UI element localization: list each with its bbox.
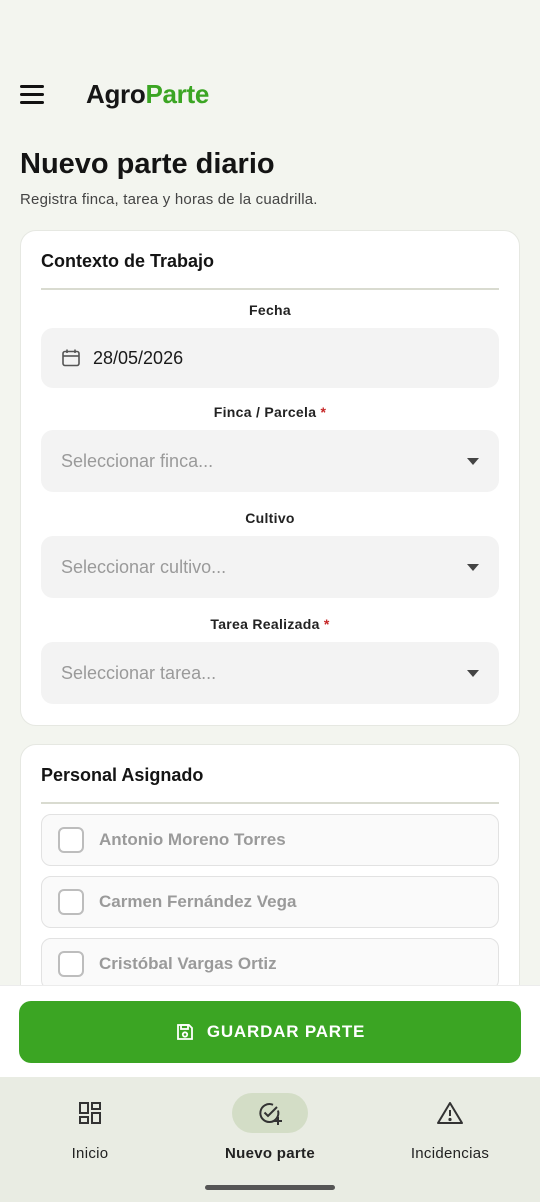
dashboard-icon — [79, 1102, 101, 1124]
date-label: Fecha — [249, 302, 291, 318]
page-title: Nuevo parte diario — [20, 148, 275, 180]
chevron-down-icon — [467, 563, 479, 571]
warning-icon — [437, 1102, 463, 1124]
nav-item-inicio[interactable]: Inicio — [0, 1093, 180, 1162]
farm-select[interactable]: Seleccionar finca... — [41, 430, 499, 492]
calendar-icon — [62, 349, 80, 367]
save-button[interactable]: GUARDAR PARTE — [19, 1001, 521, 1063]
nav-item-nuevo-parte[interactable]: Nuevo parte — [180, 1093, 360, 1162]
task-select[interactable]: Seleccionar tarea... — [41, 642, 499, 704]
app-bar: AgroParte — [0, 56, 540, 132]
save-bar: GUARDAR PARTE — [0, 985, 540, 1077]
person-name: Carmen Fernández Vega — [99, 892, 297, 911]
chevron-down-icon — [467, 669, 479, 677]
task-field-group: Tarea Realizada * Seleccionar tarea... — [41, 616, 499, 704]
logo-part-parte: Parte — [145, 78, 210, 109]
page-subtitle: Registra finca, tarea y horas de la cuad… — [20, 191, 318, 208]
crop-field-group: Cultivo Seleccionar cultivo... — [41, 510, 499, 598]
home-indicator — [205, 1185, 335, 1190]
checkbox[interactable] — [58, 827, 84, 853]
task-label: Tarea Realizada * — [41, 616, 499, 632]
page-header: Nuevo parte diario Registra finca, tarea… — [0, 132, 540, 208]
required-mark: * — [320, 404, 327, 420]
list-item[interactable]: Carmen Fernández Vega — [41, 876, 499, 928]
farm-field-group: Finca / Parcela * Seleccionar finca... — [41, 404, 499, 492]
person-name: Antonio Moreno Torres — [99, 830, 286, 849]
checkbox[interactable] — [58, 951, 84, 977]
chevron-down-icon — [467, 457, 479, 465]
date-field-group: Fecha 28/05/2026 — [41, 302, 499, 388]
nav-item-incidencias[interactable]: Incidencias — [360, 1093, 540, 1162]
bottom-nav: Inicio Nuevo parte Incidencias — [0, 1077, 540, 1202]
farm-label: Finca / Parcela * — [41, 404, 499, 420]
task-placeholder: Seleccionar tarea... — [61, 662, 217, 683]
save-button-label: GUARDAR PARTE — [206, 1022, 366, 1041]
checkbox[interactable] — [58, 889, 84, 915]
active-indicator — [232, 1093, 308, 1133]
required-mark: * — [323, 616, 330, 632]
staff-list: Antonio Moreno Torres Carmen Fernández V… — [41, 814, 499, 990]
save-icon — [176, 1024, 193, 1040]
task-label-text: Tarea Realizada — [210, 616, 320, 632]
assigned-staff-title: Personal Asignado — [41, 765, 499, 804]
crop-label: Cultivo — [245, 510, 295, 526]
nav-label-incidencias: Incidencias — [410, 1145, 490, 1162]
menu-icon[interactable] — [20, 80, 48, 108]
work-context-card: Contexto de Trabajo Fecha 28/05/2026 Fin… — [20, 230, 520, 726]
farm-label-text: Finca / Parcela — [213, 404, 317, 420]
app-logo: AgroParte — [86, 79, 209, 110]
list-item[interactable]: Antonio Moreno Torres — [41, 814, 499, 866]
farm-placeholder: Seleccionar finca... — [61, 450, 214, 471]
logo-part-agro: Agro — [86, 78, 146, 109]
work-context-title: Contexto de Trabajo — [41, 251, 499, 290]
date-field[interactable]: 28/05/2026 — [41, 328, 499, 388]
crop-select[interactable]: Seleccionar cultivo... — [41, 536, 499, 598]
person-name: Cristóbal Vargas Ortiz — [99, 954, 277, 973]
date-value: 28/05/2026 — [93, 347, 184, 368]
crop-placeholder: Seleccionar cultivo... — [61, 556, 227, 577]
list-item[interactable]: Cristóbal Vargas Ortiz — [41, 938, 499, 990]
add-task-icon — [259, 1103, 282, 1125]
status-bar — [0, 0, 540, 56]
nav-label-nuevo-parte: Nuevo parte — [225, 1145, 315, 1162]
nav-label-inicio: Inicio — [71, 1145, 109, 1162]
